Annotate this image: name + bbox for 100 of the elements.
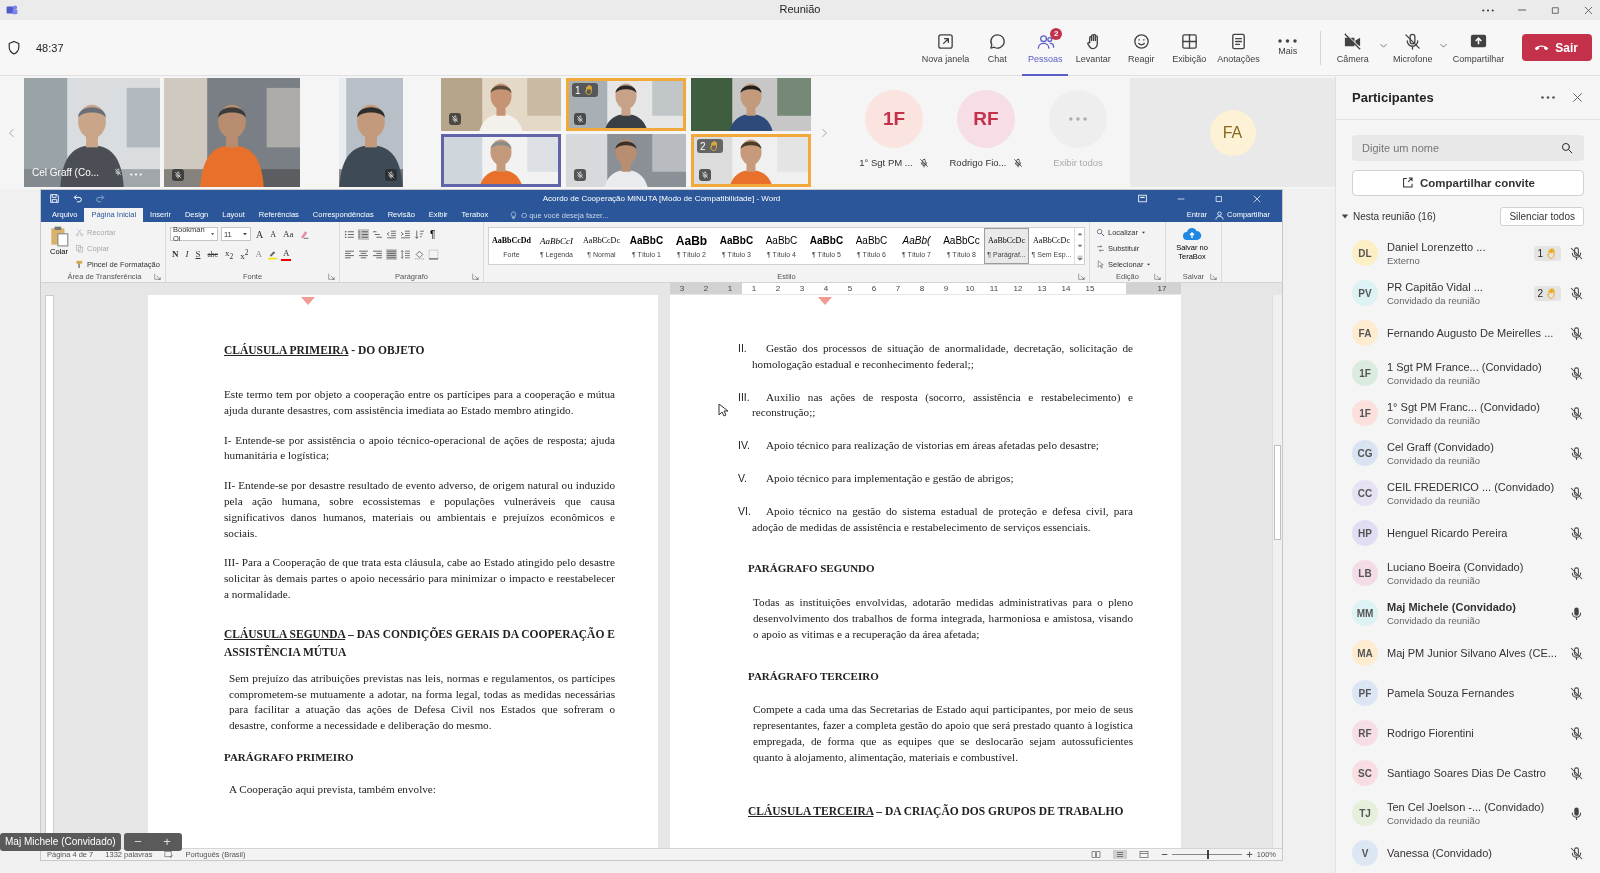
shading-icon[interactable] <box>414 248 425 260</box>
toolbar-button[interactable]: Reagir <box>1118 19 1165 76</box>
toolbar-button[interactable]: Chat <box>974 19 1021 76</box>
dialog-launcher-icon[interactable] <box>472 273 479 280</box>
mic-off-icon[interactable] <box>1569 405 1584 421</box>
show-marks-button[interactable]: ¶ <box>428 227 438 241</box>
mic-off-icon[interactable] <box>1569 765 1584 781</box>
scroll-down-icon[interactable] <box>1076 243 1083 249</box>
scroll-up-icon[interactable] <box>1076 231 1083 237</box>
grow-font-button[interactable]: A <box>254 227 266 241</box>
align-center-icon[interactable] <box>358 248 369 260</box>
close-icon[interactable] <box>1571 91 1584 104</box>
subscript-button[interactable]: x$_{2}$ <box>222 247 236 261</box>
mic-icon[interactable] <box>1569 805 1584 821</box>
increase-indent-icon[interactable] <box>400 228 411 240</box>
shield-icon <box>6 39 22 56</box>
align-right-icon[interactable] <box>372 248 383 260</box>
mic-off-icon[interactable] <box>1569 565 1584 581</box>
more-icon[interactable] <box>1482 8 1494 12</box>
paragraph: A Cooperação aqui prevista, também envolve: <box>229 781 437 797</box>
mic-off-icon[interactable] <box>1569 245 1584 261</box>
maximize-icon[interactable] <box>1214 193 1224 204</box>
gallery-more-icon[interactable] <box>1076 255 1083 261</box>
dialog-launcher-icon[interactable] <box>154 273 161 280</box>
read-mode-icon[interactable] <box>1090 850 1101 859</box>
mic-off-icon[interactable] <box>1569 485 1584 501</box>
zoom-out-button[interactable]: − <box>123 833 153 851</box>
dialog-launcher-icon[interactable] <box>1210 273 1217 280</box>
leave-button[interactable]: Sair <box>1522 34 1592 61</box>
toolbar-button[interactable]: Nova janela <box>918 19 973 76</box>
shrink-font-button[interactable]: A <box>268 227 278 241</box>
more-icon <box>1069 117 1087 121</box>
web-layout-icon[interactable] <box>1138 850 1149 859</box>
bullet-list-icon[interactable] <box>344 228 355 240</box>
zoom-in-button[interactable]: + <box>152 833 182 851</box>
maximize-icon[interactable] <box>1550 4 1561 16</box>
style-sample: AaBbCcDc <box>583 234 620 247</box>
borders-icon[interactable] <box>428 248 439 260</box>
search-field[interactable]: Digite um nome <box>1352 135 1584 161</box>
ribbon-options-icon[interactable] <box>1137 193 1148 204</box>
close-icon[interactable] <box>1583 4 1594 16</box>
paragraph: I- Entende-se por assistência o apoio técnico-operacional de ações de resposta; ajuda humanitária e logística; <box>224 432 615 464</box>
proofing-icon[interactable] <box>164 850 174 859</box>
toolbar-button[interactable]: Exibição <box>1166 19 1213 76</box>
mic-off-icon[interactable] <box>1569 325 1584 341</box>
change-case-button[interactable]: Aa <box>281 227 296 241</box>
more-icon <box>1278 39 1298 43</box>
toolbar-button[interactable]: Microfone <box>1389 19 1436 76</box>
bold-button[interactable]: N <box>170 247 181 261</box>
toolbar-button[interactable]: Compartilhar <box>1449 19 1508 76</box>
panel-title: Participantes <box>1352 90 1435 105</box>
more-icon[interactable] <box>1541 96 1555 99</box>
mic-off-icon[interactable] <box>1569 725 1584 741</box>
caret-icon <box>242 231 248 237</box>
copy-icon <box>75 243 84 253</box>
mic-off-icon[interactable] <box>1569 845 1584 861</box>
sort-icon[interactable] <box>414 228 425 240</box>
font-color-button[interactable]: A <box>280 247 292 261</box>
mic-off-icon[interactable] <box>1569 285 1584 301</box>
dialog-launcher-icon[interactable] <box>1078 273 1085 280</box>
highlighter-icon[interactable] <box>266 248 278 260</box>
scrollbar-thumb[interactable] <box>1274 445 1281 540</box>
print-layout-icon[interactable] <box>1112 850 1127 859</box>
mic-off-icon[interactable] <box>1569 525 1584 541</box>
window-title: Reunião <box>779 3 821 15</box>
share-invite-button[interactable]: Compartilhar convite <box>1352 170 1584 196</box>
zoom-in-icon[interactable] <box>1245 851 1253 858</box>
numbered-list-icon[interactable] <box>358 228 369 240</box>
superscript-button[interactable]: x$^{2}$ <box>238 247 251 261</box>
toolbar-button[interactable]: Anotações <box>1214 19 1263 76</box>
mute-all-button[interactable]: Silenciar todos <box>1500 206 1584 226</box>
zoom-out-icon[interactable] <box>1160 851 1168 858</box>
mic-off-icon[interactable] <box>1569 445 1584 461</box>
toolbar-button[interactable]: Câmera <box>1329 19 1376 76</box>
close-icon[interactable] <box>1252 193 1262 204</box>
multilevel-list-icon[interactable] <box>372 228 383 240</box>
ruler: 3 2 1 1 2 3 4 5 6 7 8 9 10 11 12 13 14 15 17 <box>670 283 1181 294</box>
toolbar-button[interactable]: Mais <box>1264 19 1311 76</box>
justify-icon[interactable] <box>386 248 397 260</box>
section-toggle[interactable]: Nesta reunião (16) <box>1341 210 1436 222</box>
list-number: III. <box>738 389 751 405</box>
redo-icon[interactable] <box>95 193 106 204</box>
italic-button[interactable]: I <box>183 247 191 261</box>
mic-off-icon[interactable] <box>1569 365 1584 381</box>
save-icon[interactable] <box>49 193 60 204</box>
mic-off-icon[interactable] <box>1569 645 1584 661</box>
zoom-slider-thumb[interactable] <box>1206 850 1209 859</box>
line-spacing-icon[interactable] <box>400 248 411 260</box>
participant-role: Convidado da reunião <box>1387 374 1481 386</box>
mic-icon[interactable] <box>1569 605 1584 621</box>
decrease-indent-icon[interactable] <box>386 228 397 240</box>
toolbar-button[interactable]: Levantar <box>1070 19 1117 76</box>
underline-button[interactable]: S <box>193 247 203 261</box>
dialog-launcher-icon[interactable] <box>1154 273 1161 280</box>
undo-icon[interactable] <box>72 193 83 204</box>
mic-off-icon[interactable] <box>1569 685 1584 701</box>
participant-name: Ten Cel Joelson -... (Convidado) <box>1387 800 1546 813</box>
scrollbar[interactable] <box>1272 295 1282 848</box>
dialog-launcher-icon[interactable] <box>328 273 335 280</box>
align-left-icon[interactable] <box>344 248 355 260</box>
